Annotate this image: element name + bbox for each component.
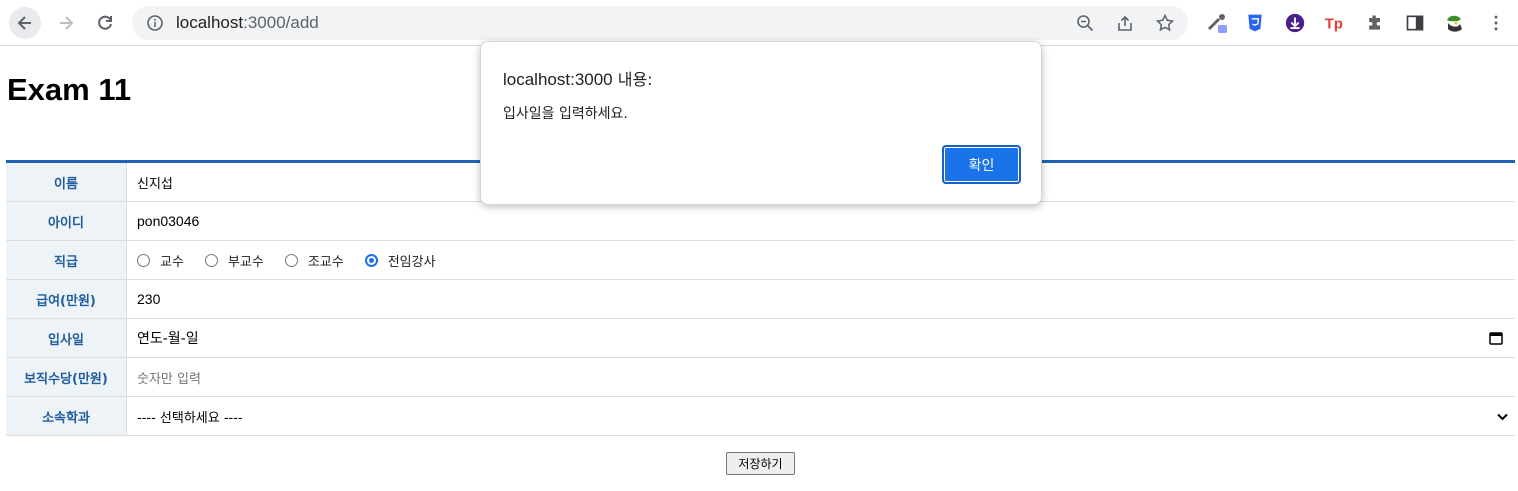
url-text: localhost:3000/add bbox=[176, 13, 319, 33]
reload-icon bbox=[98, 15, 112, 30]
dept-selected-value: ---- 선택하세요 ---- bbox=[137, 410, 243, 426]
hiredate-label: 입사일 bbox=[6, 319, 127, 357]
salary-label: 급여(만원) bbox=[6, 280, 127, 318]
dialog-title-host: localhost:3000 bbox=[503, 70, 613, 89]
chevron-down-icon bbox=[1497, 413, 1508, 421]
allowance-placeholder: 숫자만 입력 bbox=[137, 371, 201, 387]
radio-button[interactable] bbox=[284, 253, 298, 267]
bookmark-star-icon[interactable] bbox=[1156, 14, 1174, 32]
ok-button[interactable]: 확인 bbox=[942, 145, 1021, 184]
id-label: 아이디 bbox=[6, 202, 127, 240]
form-row-id: 아이디 pon03046 bbox=[6, 202, 1515, 241]
css3-extension-icon[interactable] bbox=[1243, 11, 1267, 35]
rank-option-label: 전임강사 bbox=[387, 254, 436, 270]
radio-button[interactable] bbox=[204, 253, 218, 267]
hiredate-input[interactable]: 연도-월-일 bbox=[127, 319, 1515, 357]
rank-option-lecturer[interactable]: 전임강사 bbox=[364, 251, 436, 270]
browser-menu-icon[interactable] bbox=[1484, 11, 1508, 35]
salary-input[interactable]: 230 bbox=[127, 280, 1515, 318]
url-host: localhost bbox=[176, 13, 244, 32]
svg-text:Tp: Tp bbox=[1325, 17, 1343, 33]
browser-toolbar: localhost:3000/add Tp bbox=[0, 0, 1518, 46]
rank-option-professor[interactable]: 교수 bbox=[137, 251, 184, 270]
dept-select[interactable]: ---- 선택하세요 ---- bbox=[127, 397, 1515, 435]
side-panel-icon[interactable] bbox=[1403, 11, 1427, 35]
forward-button[interactable] bbox=[50, 7, 82, 39]
allowance-label: 보직수당(만원) bbox=[6, 358, 127, 396]
back-arrow-icon bbox=[17, 16, 31, 30]
form-row-allowance: 보직수당(만원) 숫자만 입력 bbox=[6, 358, 1515, 397]
dialog-title-suffix: 내용: bbox=[612, 70, 653, 89]
hiredate-placeholder: 연도-월-일 bbox=[137, 331, 199, 347]
id-input[interactable]: pon03046 bbox=[127, 202, 1515, 240]
rank-label: 직급 bbox=[6, 241, 127, 279]
radio-button[interactable] bbox=[137, 253, 150, 267]
rank-option-label: 조교수 bbox=[307, 254, 344, 270]
tp-extension-icon[interactable]: Tp bbox=[1323, 11, 1347, 35]
address-bar[interactable]: localhost:3000/add bbox=[132, 6, 1188, 40]
rank-radio-group: 교수 부교수 조교수 전임강사 bbox=[127, 241, 1515, 279]
name-value: 신지섭 bbox=[137, 176, 173, 192]
form-row-rank: 직급 교수 부교수 조교수 전임강사 bbox=[6, 241, 1515, 280]
form-row-salary: 급여(만원) 230 bbox=[6, 280, 1515, 319]
dialog-title: localhost:3000 내용: bbox=[503, 66, 653, 90]
zoom-out-icon[interactable] bbox=[1076, 14, 1094, 32]
salary-value: 230 bbox=[137, 291, 161, 307]
rank-option-label: 교수 bbox=[160, 254, 184, 270]
download-extension-icon[interactable] bbox=[1283, 11, 1307, 35]
extensions-puzzle-icon[interactable] bbox=[1363, 11, 1387, 35]
calendar-icon[interactable] bbox=[1489, 331, 1503, 345]
url-path: :3000/add bbox=[243, 13, 319, 32]
id-value: pon03046 bbox=[137, 213, 200, 229]
share-icon[interactable] bbox=[1116, 14, 1134, 32]
back-button[interactable] bbox=[9, 7, 41, 39]
radio-button-checked[interactable] bbox=[364, 253, 378, 267]
form-row-hiredate: 입사일 연도-월-일 bbox=[6, 319, 1515, 358]
form-row-dept: 소속학과 ---- 선택하세요 ---- bbox=[6, 397, 1515, 436]
site-info-icon[interactable] bbox=[146, 14, 164, 32]
eyedropper-extension-icon[interactable] bbox=[1205, 11, 1229, 35]
rank-option-associate[interactable]: 부교수 bbox=[204, 251, 264, 270]
alert-dialog: localhost:3000 내용: 입사일을 입력하세요. 확인 bbox=[480, 41, 1042, 205]
profile-avatar[interactable] bbox=[1442, 11, 1466, 35]
page-title: Exam 11 bbox=[7, 72, 132, 107]
name-label: 이름 bbox=[6, 163, 127, 201]
forward-arrow-icon bbox=[60, 16, 74, 30]
reload-button[interactable] bbox=[89, 7, 121, 39]
dialog-message: 입사일을 입력하세요. bbox=[503, 106, 628, 122]
allowance-input[interactable]: 숫자만 입력 bbox=[127, 358, 1515, 396]
rank-option-label: 부교수 bbox=[227, 254, 264, 270]
rank-option-assistant[interactable]: 조교수 bbox=[284, 251, 344, 270]
save-button[interactable]: 저장하기 bbox=[726, 452, 795, 475]
dept-label: 소속학과 bbox=[6, 397, 127, 435]
